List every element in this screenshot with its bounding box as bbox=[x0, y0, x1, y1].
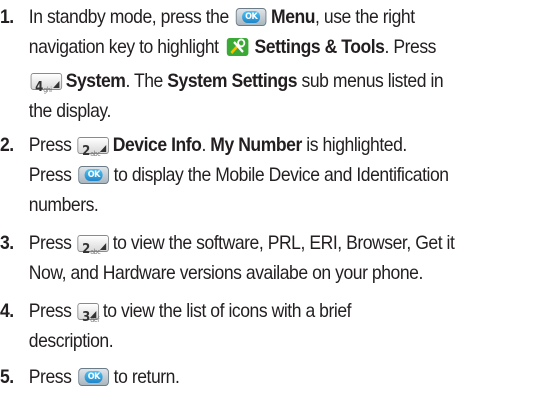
settings-tools-term: Settings & Tools bbox=[254, 36, 385, 58]
instruction-page: 1. In standby mode, press the OK Menu, use… bbox=[0, 0, 540, 400]
step-line: 5. Press OK to return. bbox=[0, 362, 486, 392]
step-text: . The bbox=[125, 70, 163, 92]
step-text: . bbox=[201, 134, 206, 156]
step-text: numbers. bbox=[28, 194, 99, 216]
key-4-icon: 4 ghi bbox=[30, 73, 63, 95]
step-text: navigation key to highlight bbox=[28, 36, 219, 58]
step-4: 4. Press 3 def to view the list of icons wi… bbox=[0, 296, 540, 356]
step-text: to view the list of icons with a brief bbox=[102, 300, 352, 322]
step-line: the display. bbox=[0, 96, 486, 126]
ok-key-icon: OK bbox=[78, 166, 110, 184]
step-line: 4. Press 3 def to view the list of icons wi… bbox=[0, 296, 486, 326]
ok-key-icon: OK bbox=[235, 8, 267, 26]
step-text: Press bbox=[28, 134, 72, 156]
ok-key-icon: OK bbox=[78, 368, 110, 386]
step-text: to return. bbox=[113, 366, 180, 388]
step-text: , use the right bbox=[315, 6, 415, 28]
step-line: 1. In standby mode, press the OK Menu, use… bbox=[0, 2, 486, 32]
system-term: System bbox=[65, 70, 126, 92]
step-text: In standby mode, press the bbox=[28, 6, 229, 28]
step-3: 3. Press 2 abc to view the software, PRL, E… bbox=[0, 228, 540, 288]
step-text: is highlighted. bbox=[306, 134, 407, 156]
settings-tools-icon bbox=[226, 36, 249, 66]
step-5: 5. Press OK to return. bbox=[0, 362, 540, 392]
step-1: 1. In standby mode, press the OK Menu, use… bbox=[0, 2, 540, 126]
step-number: 4. bbox=[0, 300, 14, 322]
my-number-term: My Number bbox=[210, 134, 302, 156]
step-text: Press bbox=[28, 300, 72, 322]
step-text: to view the software, PRL, ERI, Browser,… bbox=[112, 232, 455, 254]
step-line: navigation key to highlight Settings & T… bbox=[0, 32, 486, 66]
device-info-term: Device Info bbox=[112, 134, 202, 156]
key-2-icon: 2 abc bbox=[77, 235, 110, 257]
step-text: to display the Mobile Device and Identif… bbox=[113, 164, 449, 186]
step-line: numbers. bbox=[0, 190, 486, 220]
step-text: Press bbox=[28, 366, 72, 388]
step-line: description. bbox=[0, 326, 486, 356]
step-text: sub menus listed in bbox=[301, 70, 444, 92]
step-text: Press bbox=[28, 232, 72, 254]
step-line: 4 ghi System. The System Settings sub menu… bbox=[0, 66, 486, 96]
step-line: Press OK to display the Mobile Device and… bbox=[0, 160, 486, 190]
key-2-icon: 2 abc bbox=[77, 137, 110, 159]
step-2: 2. Press 2 abc Device Info. My Number is hi… bbox=[0, 130, 540, 220]
step-number: 1. bbox=[0, 6, 14, 28]
step-line: 3. Press 2 abc to view the software, PRL, E… bbox=[0, 228, 486, 258]
step-text: Press bbox=[28, 164, 72, 186]
step-text: the display. bbox=[28, 100, 112, 122]
step-line: 2. Press 2 abc Device Info. My Number is hi… bbox=[0, 130, 486, 160]
step-number: 2. bbox=[0, 134, 14, 156]
system-settings-term: System Settings bbox=[167, 70, 298, 92]
step-text: description. bbox=[28, 330, 114, 352]
menu-term: Menu bbox=[271, 6, 316, 28]
step-line: Now, and Hardware versions availabe on y… bbox=[0, 258, 486, 288]
key-3-icon: 3 def bbox=[77, 303, 99, 325]
step-number: 3. bbox=[0, 232, 14, 254]
step-text: . Press bbox=[384, 36, 437, 58]
step-text: Now, and Hardware versions availabe on y… bbox=[28, 262, 424, 284]
step-number: 5. bbox=[0, 366, 14, 388]
